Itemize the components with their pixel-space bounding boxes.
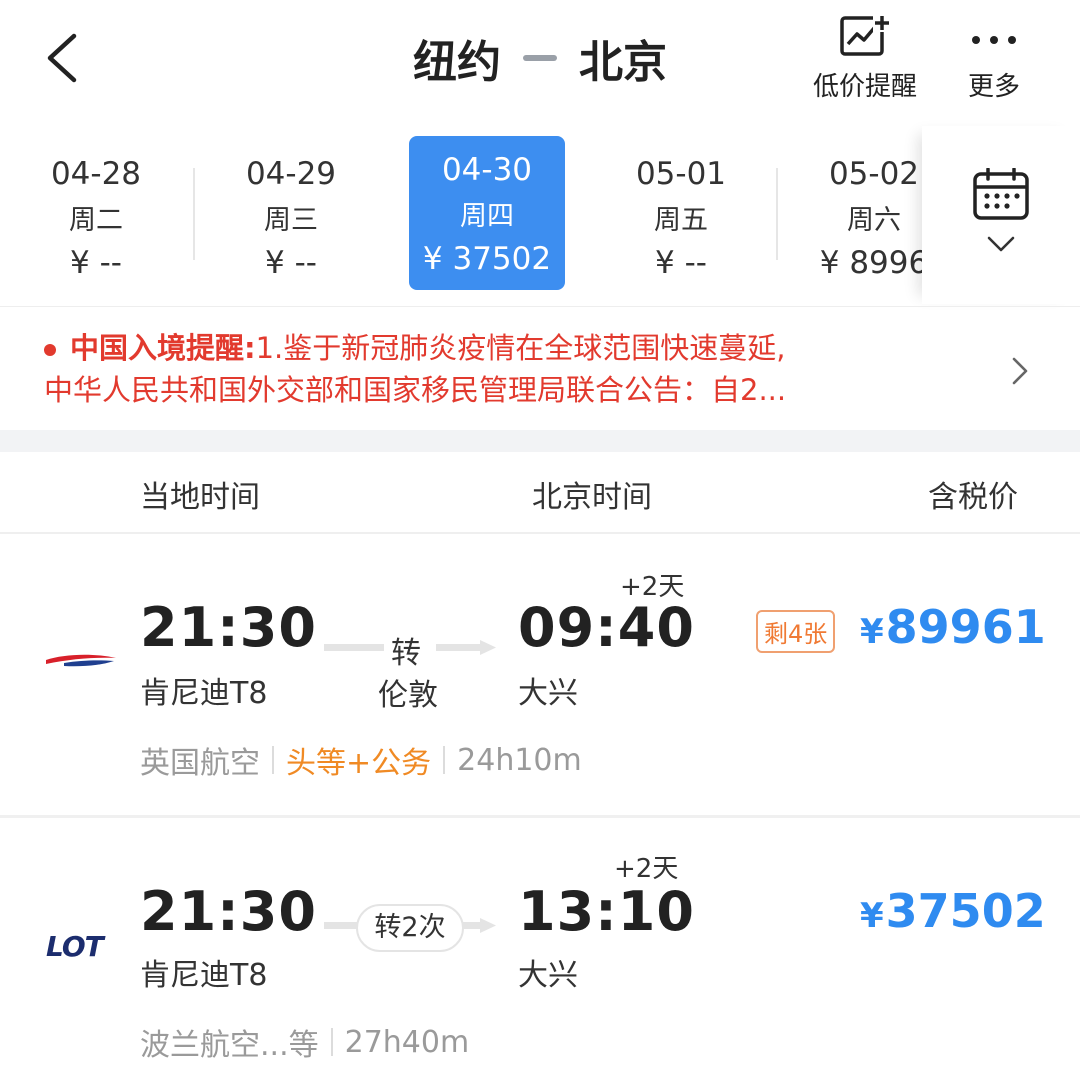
section-gap xyxy=(0,430,1080,452)
date-label: 05-01 xyxy=(635,156,727,192)
departure-time: 21:30 xyxy=(140,596,317,659)
more-button[interactable]: 更多 xyxy=(952,14,1036,103)
british-airways-logo xyxy=(46,654,116,667)
weekday-label: 周五 xyxy=(654,205,708,236)
flight-meta: 英国航空 头等+公务 24h10m xyxy=(140,738,582,782)
date-price: ¥ 37502 xyxy=(422,241,552,277)
notice-line2: 中华人民共和国外交部和国家移民管理局联合公告：自2... xyxy=(44,373,787,407)
price-header: 含税价 xyxy=(928,480,1018,515)
weekday-label: 周三 xyxy=(264,205,318,236)
arrival-airport: 大兴 xyxy=(518,958,578,993)
transfer-city: 伦敦 xyxy=(378,678,438,713)
column-header: 当地时间 北京时间 含税价 xyxy=(0,452,1080,534)
entry-notice-banner[interactable]: 中国入境提醒:1.鉴于新冠肺炎疫情在全球范围快速蔓延, 中华人民共和国外交部和国… xyxy=(0,306,1080,431)
departure-airport: 肯尼迪T8 xyxy=(140,676,268,711)
route-title: 纽约 北京 xyxy=(300,26,780,90)
date-item-04-30-selected[interactable]: 04-30 周四 ¥ 37502 xyxy=(409,136,565,290)
date-divider xyxy=(193,168,195,260)
route-dash xyxy=(523,55,557,61)
currency-symbol: ¥ xyxy=(860,896,884,936)
date-item-04-28[interactable]: 04-28 周二 ¥ -- xyxy=(18,140,174,294)
flight-duration: 24h10m xyxy=(457,742,582,778)
arrival-time: 13:10 xyxy=(518,880,695,943)
currency-symbol: ¥ xyxy=(860,612,884,652)
more-label: 更多 xyxy=(967,72,1020,102)
date-price: ¥ -- xyxy=(70,245,122,281)
calendar-button[interactable] xyxy=(922,126,1080,304)
departure-time: 21:30 xyxy=(140,880,317,943)
arrival-airport: 大兴 xyxy=(518,676,578,711)
calendar-icon xyxy=(973,168,1029,220)
price-value: 37502 xyxy=(885,884,1046,938)
price-chart-alert-icon xyxy=(840,14,891,56)
back-arrow-icon[interactable] xyxy=(40,30,90,86)
more-dots-icon xyxy=(972,36,1016,44)
date-item-05-01[interactable]: 05-01 周五 ¥ -- xyxy=(603,140,759,294)
flight-price: ¥89961 xyxy=(860,600,1046,654)
date-divider xyxy=(776,168,778,260)
cabin-class: 头等+公务 xyxy=(286,746,432,781)
beijing-time-header: 北京时间 xyxy=(532,480,652,515)
date-price: ¥ -- xyxy=(655,245,707,281)
seats-left-badge: 剩4张 xyxy=(756,610,836,653)
notice-bullet-icon xyxy=(44,344,56,356)
airline-name: 英国航空 xyxy=(140,746,260,781)
flight-duration: 27h40m xyxy=(344,1024,470,1060)
chevron-right-icon xyxy=(1012,357,1028,385)
price-alert-button[interactable]: 低价提醒 xyxy=(800,14,930,103)
arrival-time: 09:40 xyxy=(518,596,695,659)
flight-meta: 波兰航空...等 27h40m xyxy=(140,1020,469,1064)
date-label: 04-29 xyxy=(245,156,337,192)
chevron-down-icon xyxy=(987,236,1015,252)
weekday-label: 周二 xyxy=(69,205,123,236)
notice-title: 中国入境提醒: xyxy=(70,331,256,365)
transfer-count-pill: 转2次 xyxy=(356,904,464,952)
price-value: 89961 xyxy=(885,600,1046,654)
date-label: 04-30 xyxy=(441,152,533,188)
notice-text: 中国入境提醒:1.鉴于新冠肺炎疫情在全球范围快速蔓延, 中华人民共和国外交部和国… xyxy=(44,327,964,411)
date-price: ¥ -- xyxy=(265,245,317,281)
price-alert-label: 低价提醒 xyxy=(812,72,917,102)
meta-divider xyxy=(330,1028,333,1056)
flight-price: ¥37502 xyxy=(860,884,1046,938)
date-item-04-29[interactable]: 04-29 周三 ¥ -- xyxy=(213,140,369,294)
weekday-label: 周四 xyxy=(460,201,514,232)
local-time-header: 当地时间 xyxy=(140,480,260,515)
destination-city: 北京 xyxy=(579,37,667,88)
lot-logo: LOT xyxy=(46,930,104,963)
airline-name: 波兰航空...等 xyxy=(140,1028,319,1063)
meta-divider xyxy=(443,746,446,774)
meta-divider xyxy=(272,746,274,774)
header-bar: 纽约 北京 低价提醒 更多 xyxy=(0,0,1080,125)
departure-airport: 肯尼迪T8 xyxy=(140,958,268,993)
flight-card[interactable]: LOT 21:30 肯尼迪T8 转2次 +2天 13:10 大兴 ¥37502 … xyxy=(0,818,1080,1074)
transfer-label: 转 xyxy=(391,636,421,671)
flight-card[interactable]: 21:30 肯尼迪T8 转 伦敦 +2天 09:40 大兴 剩4张 ¥89961… xyxy=(0,536,1080,814)
origin-city: 纽约 xyxy=(413,37,501,88)
date-label: 04-28 xyxy=(50,156,142,192)
notice-line1: 1.鉴于新冠肺炎疫情在全球范围快速蔓延, xyxy=(255,331,786,365)
